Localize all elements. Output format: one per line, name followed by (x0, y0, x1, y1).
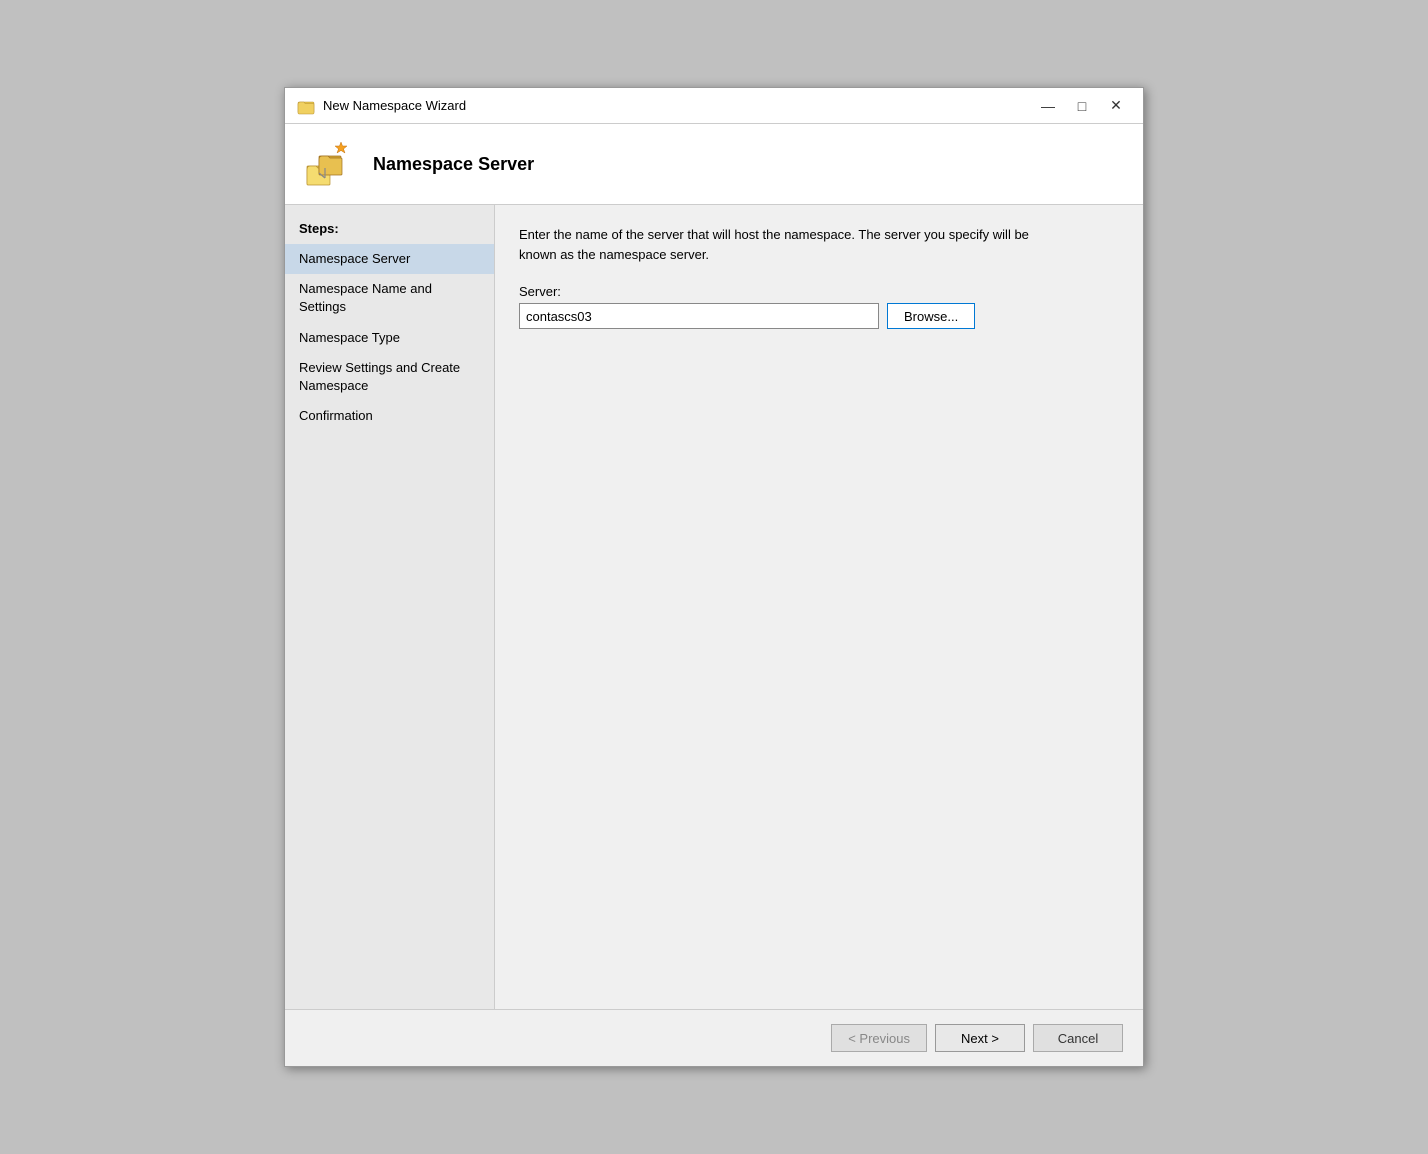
server-input[interactable] (519, 303, 879, 329)
maximize-button[interactable]: □ (1067, 96, 1097, 116)
window-icon (297, 97, 315, 115)
sidebar-item-namespace-server[interactable]: Namespace Server (285, 244, 494, 274)
close-button[interactable]: ✕ (1101, 96, 1131, 116)
header-icon (305, 138, 357, 190)
title-bar: New Namespace Wizard — □ ✕ (285, 88, 1143, 124)
window-title: New Namespace Wizard (323, 98, 466, 113)
sidebar-item-namespace-type[interactable]: Namespace Type (285, 323, 494, 353)
footer: < Previous Next > Cancel (285, 1009, 1143, 1066)
description-text: Enter the name of the server that will h… (519, 225, 1039, 264)
content-area: Steps: Namespace Server Namespace Name a… (285, 205, 1143, 1009)
browse-button[interactable]: Browse... (887, 303, 975, 329)
steps-label: Steps: (285, 217, 494, 244)
wizard-header: Namespace Server (285, 124, 1143, 205)
cancel-button[interactable]: Cancel (1033, 1024, 1123, 1052)
sidebar: Steps: Namespace Server Namespace Name a… (285, 205, 495, 1009)
minimize-button[interactable]: — (1033, 96, 1063, 116)
previous-button[interactable]: < Previous (831, 1024, 927, 1052)
sidebar-item-confirmation[interactable]: Confirmation (285, 401, 494, 431)
title-bar-left: New Namespace Wizard (297, 97, 466, 115)
main-content: Enter the name of the server that will h… (495, 205, 1143, 1009)
wizard-window: New Namespace Wizard — □ ✕ Namespace Ser… (284, 87, 1144, 1067)
server-field-row: Browse... (519, 303, 1119, 329)
page-title: Namespace Server (373, 154, 534, 175)
server-label: Server: (519, 284, 1119, 299)
sidebar-item-namespace-name-settings[interactable]: Namespace Name and Settings (285, 274, 494, 322)
next-button[interactable]: Next > (935, 1024, 1025, 1052)
title-controls: — □ ✕ (1033, 96, 1131, 116)
sidebar-item-review-settings[interactable]: Review Settings and Create Namespace (285, 353, 494, 401)
